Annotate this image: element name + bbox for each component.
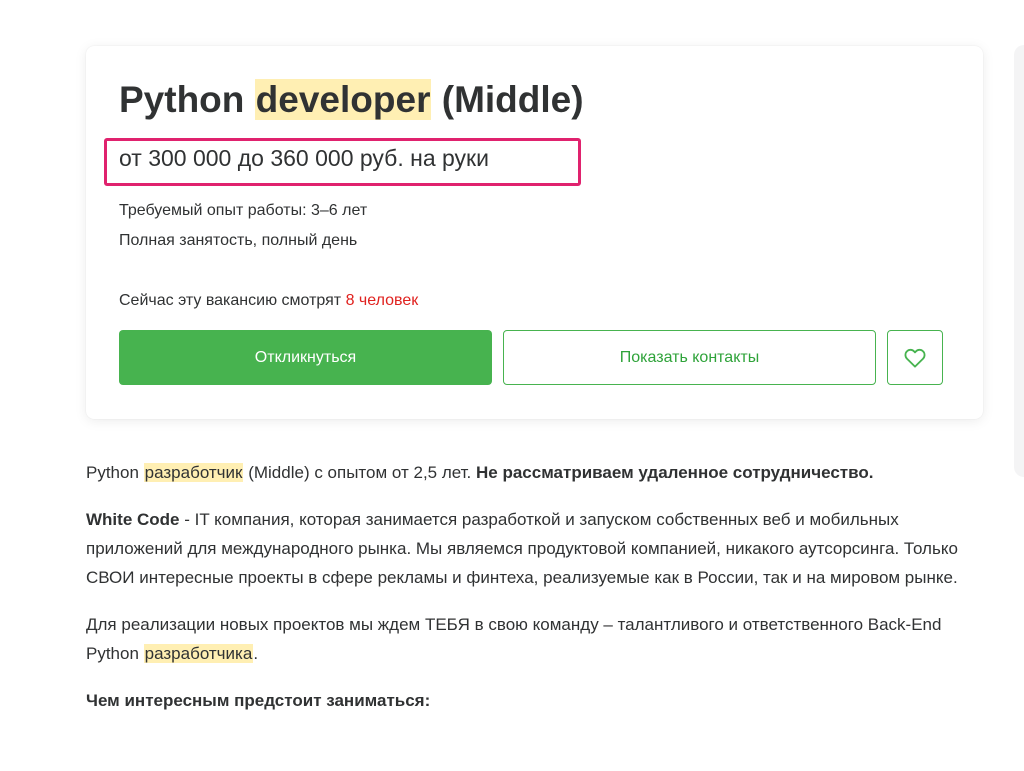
viewers-count: 8 человек	[345, 292, 419, 309]
title-prefix: Python	[119, 79, 255, 120]
title-suffix: (Middle)	[431, 79, 584, 120]
vacancy-title: Python developer (Middle)	[119, 76, 584, 124]
apply-button[interactable]: Откликнуться	[119, 330, 492, 385]
viewers-label: Сейчас эту вакансию смотрят	[119, 292, 346, 309]
side-panel-edge	[1014, 45, 1024, 477]
vacancy-header-card: Python developer (Middle) от 300 000 до …	[86, 46, 983, 419]
description-bold: Не рассматриваем удаленное сотрудничеств…	[476, 463, 874, 482]
description-paragraph-2: White Code - IT компания, которая занима…	[86, 505, 986, 592]
employment-type: Полная занятость, полный день	[119, 232, 358, 249]
favorite-button[interactable]	[887, 330, 943, 385]
description-highlight: разработчик	[143, 463, 244, 482]
description-text: Python	[86, 463, 144, 482]
current-viewers: Сейчас эту вакансию смотрят 8 человек	[119, 289, 418, 313]
heart-icon	[904, 348, 926, 368]
description-text: - IT компания, которая занимается разраб…	[86, 510, 958, 587]
vacancy-salary: от 300 000 до 360 000 руб. на руки	[119, 145, 489, 171]
description-highlight: разработчика	[143, 644, 254, 663]
vacancy-description: Python разработчик (Middle) с опытом от …	[86, 458, 986, 733]
description-text: (Middle) с опытом от 2,5 лет.	[243, 463, 476, 482]
vacancy-page: Python developer (Middle) от 300 000 до …	[0, 0, 1024, 771]
section-heading: Чем интересным предстоит заниматься:	[86, 691, 431, 710]
experience-requirement: Требуемый опыт работы: 3–6 лет	[119, 202, 368, 219]
description-paragraph-4: Чем интересным предстоит заниматься:	[86, 686, 986, 715]
company-name: White Code	[86, 510, 180, 529]
title-highlight: developer	[254, 79, 432, 120]
description-paragraph-3: Для реализации новых проектов мы ждем ТЕ…	[86, 610, 986, 668]
show-contacts-button[interactable]: Показать контакты	[503, 330, 876, 385]
description-text: .	[253, 644, 259, 663]
description-paragraph-1: Python разработчик (Middle) с опытом от …	[86, 458, 986, 487]
